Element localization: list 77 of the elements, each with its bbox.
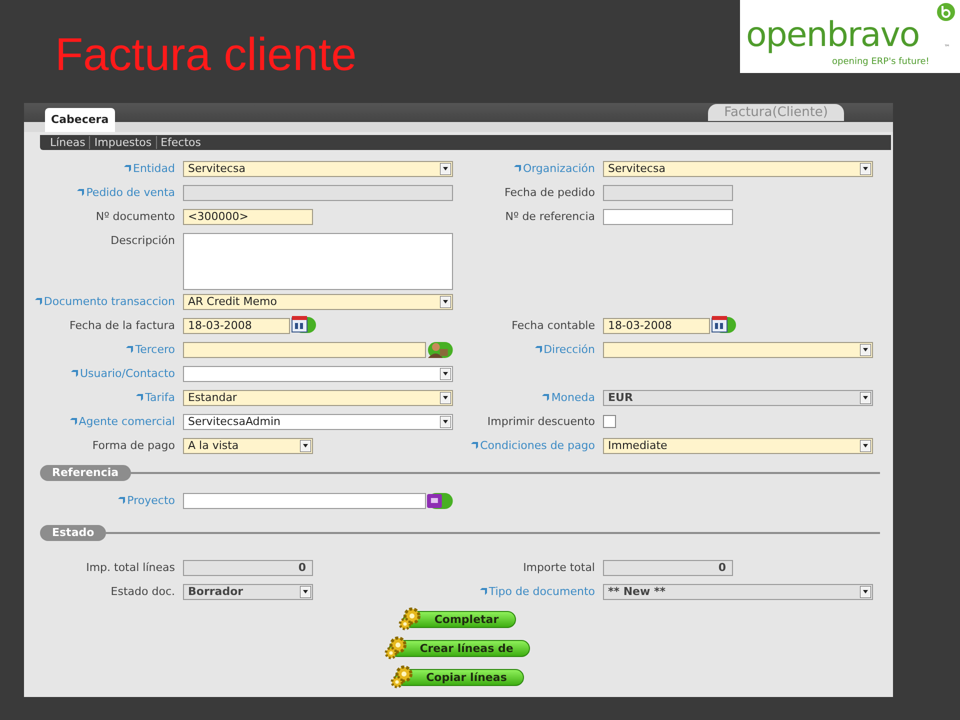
window-title: Factura(Cliente) xyxy=(708,104,844,121)
field-label: Nº de referencia xyxy=(505,210,595,223)
dropdown-field[interactable]: Borrador xyxy=(183,584,313,600)
checkbox[interactable] xyxy=(603,415,616,428)
caret-icon xyxy=(440,392,451,404)
text-field[interactable] xyxy=(603,185,733,201)
field-label: Estado doc. xyxy=(110,585,175,598)
caret-icon xyxy=(860,163,871,175)
field-label: Fecha contable xyxy=(512,319,595,332)
field-label: Nº documento xyxy=(96,210,175,223)
dropdown-field[interactable]: Immediate xyxy=(603,438,873,454)
section-header: Estado xyxy=(40,525,106,541)
subtab-link[interactable]: Impuestos xyxy=(89,136,156,149)
dropdown-field[interactable]: ServitecsaAdmin xyxy=(183,414,453,430)
gear-icon xyxy=(398,607,422,631)
field-label: Fecha de pedido xyxy=(504,186,595,199)
caret-icon xyxy=(440,163,451,175)
link-arrow-icon xyxy=(126,346,134,353)
caret-icon xyxy=(300,440,311,452)
gear-icon xyxy=(384,636,408,660)
field-label: Fecha de la factura xyxy=(70,319,175,332)
text-field[interactable] xyxy=(603,209,733,225)
link-arrow-icon xyxy=(514,165,521,172)
text-field[interactable]: 0 xyxy=(183,560,313,576)
caret-icon xyxy=(860,440,871,452)
calendar-icon xyxy=(290,316,316,334)
caret-icon xyxy=(440,368,451,380)
person-search-icon xyxy=(426,341,453,359)
field-label: Importe total xyxy=(523,561,595,574)
caret-icon xyxy=(300,586,311,598)
caret-icon xyxy=(860,586,871,598)
link-arrow-icon xyxy=(471,442,478,449)
dropdown-field[interactable]: EUR xyxy=(603,390,873,406)
link-arrow-icon xyxy=(34,298,42,305)
dropdown-field[interactable] xyxy=(603,342,873,358)
tab[interactable]: Cabecera xyxy=(45,108,115,132)
caret-icon xyxy=(860,392,871,404)
gear-icon xyxy=(390,665,414,689)
logo-tagline: opening ERP's future! xyxy=(832,57,930,68)
date-field[interactable]: 18-03-2008 xyxy=(183,318,290,334)
subtab-link[interactable]: Líneas xyxy=(46,136,90,149)
caret-icon xyxy=(440,296,451,308)
calendar-icon xyxy=(710,316,736,334)
caret-icon xyxy=(860,344,871,356)
project-search-icon xyxy=(426,492,453,510)
dropdown-field[interactable]: Servitecsa xyxy=(183,161,453,177)
dropdown-field[interactable]: Servitecsa xyxy=(603,161,873,177)
field-label: Imp. total líneas xyxy=(86,561,175,574)
field-label: Forma de pago xyxy=(92,439,175,452)
link-arrow-icon xyxy=(77,189,84,196)
link-arrow-icon xyxy=(534,346,542,353)
field-label: Imprimir descuento xyxy=(487,415,595,428)
dropdown-field[interactable]: AR Credit Memo xyxy=(183,294,453,310)
text-field[interactable] xyxy=(183,185,453,201)
link-arrow-icon xyxy=(124,165,131,172)
dropdown-field[interactable]: Estandar xyxy=(183,390,453,406)
dropdown-field[interactable] xyxy=(183,366,453,382)
text-area[interactable] xyxy=(183,233,453,290)
text-field[interactable]: <300000> xyxy=(183,209,313,225)
link-arrow-icon xyxy=(136,394,144,401)
subtab-link[interactable]: Efectos xyxy=(156,136,206,149)
link-arrow-icon xyxy=(70,418,77,425)
text-field[interactable]: 0 xyxy=(603,560,733,576)
link-arrow-icon xyxy=(118,497,126,504)
lookup-field[interactable] xyxy=(183,342,426,358)
date-field[interactable]: 18-03-2008 xyxy=(603,318,710,334)
field-label: Descripción xyxy=(110,234,175,247)
slide-title: Factura cliente xyxy=(54,27,357,82)
dropdown-field[interactable]: ** New ** xyxy=(603,584,873,600)
logo-wordmark: openbravo xyxy=(746,16,920,54)
link-arrow-icon xyxy=(70,370,78,377)
link-arrow-icon xyxy=(480,588,487,595)
link-arrow-icon xyxy=(542,394,550,401)
section-header: Referencia xyxy=(40,465,131,481)
caret-icon xyxy=(440,416,451,428)
dropdown-field[interactable]: A la vista xyxy=(183,438,313,454)
lookup-field[interactable] xyxy=(183,493,426,509)
